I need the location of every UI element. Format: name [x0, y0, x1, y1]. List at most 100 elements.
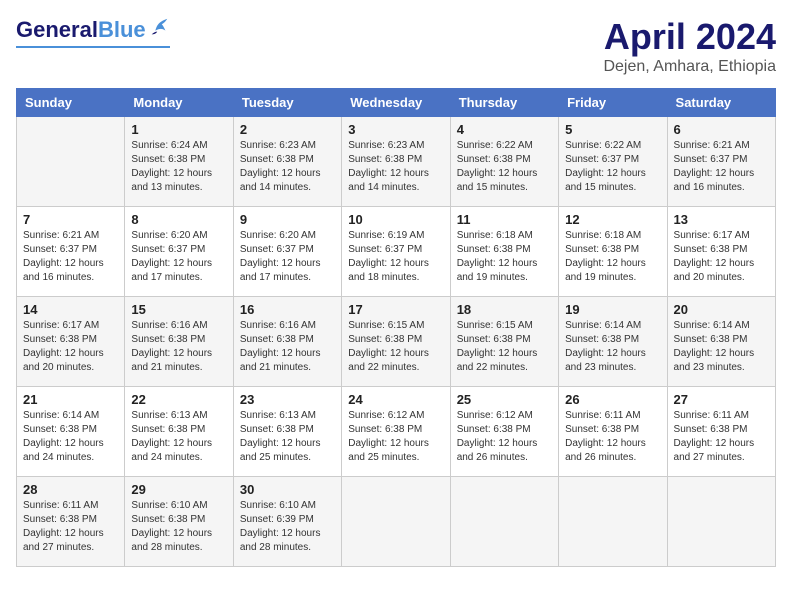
day-number: 10: [348, 212, 443, 227]
day-info: Sunrise: 6:18 AM Sunset: 6:38 PM Dayligh…: [457, 229, 552, 285]
day-number: 24: [348, 392, 443, 407]
calendar-cell: 8Sunrise: 6:20 AM Sunset: 6:37 PM Daylig…: [125, 207, 233, 297]
calendar-cell: 1Sunrise: 6:24 AM Sunset: 6:38 PM Daylig…: [125, 117, 233, 207]
calendar-cell: 28Sunrise: 6:11 AM Sunset: 6:38 PM Dayli…: [17, 477, 125, 567]
calendar-week-3: 14 Sunrise: 6:17 AM Sunset: 6:38 PM Dayli…: [17, 297, 776, 387]
day-number: 9: [240, 212, 335, 227]
day-info: Sunrise: 6:23 AM Sunset: 6:38 PM Dayligh…: [240, 139, 335, 195]
calendar-cell: 9 Sunrise: 6:20 AM Sunset: 6:37 PM Daylig…: [233, 207, 341, 297]
day-number: 12: [565, 212, 660, 227]
weekday-header-friday: Friday: [559, 89, 667, 117]
day-number: 14: [23, 302, 118, 317]
day-number: 22: [131, 392, 226, 407]
calendar-cell: 15Sunrise: 6:16 AM Sunset: 6:38 PM Dayli…: [125, 297, 233, 387]
calendar-cell: 11 Sunrise: 6:18 AM Sunset: 6:38 PM Dayli…: [450, 207, 558, 297]
day-number: 3: [348, 122, 443, 137]
day-number: 28: [23, 482, 118, 497]
calendar-cell: 25 Sunrise: 6:12 AM Sunset: 6:38 PM Dayli…: [450, 387, 558, 477]
calendar-cell: 27 Sunrise: 6:11 AM Sunset: 6:38 PM Dayli…: [667, 387, 775, 477]
calendar-header: SundayMondayTuesdayWednesdayThursdayFrid…: [17, 89, 776, 117]
day-number: 11: [457, 212, 552, 227]
day-number: 27: [674, 392, 769, 407]
day-info: Sunrise: 6:13 AM Sunset: 6:38 PM Dayligh…: [240, 409, 335, 465]
day-number: 17: [348, 302, 443, 317]
calendar-cell: 2 Sunrise: 6:23 AM Sunset: 6:38 PM Daylig…: [233, 117, 341, 207]
calendar-cell: [17, 117, 125, 207]
day-info: Sunrise: 6:17 AM Sunset: 6:38 PM Dayligh…: [674, 229, 769, 285]
calendar-cell: 13 Sunrise: 6:17 AM Sunset: 6:38 PM Dayli…: [667, 207, 775, 297]
day-info: Sunrise: 6:12 AM Sunset: 6:38 PM Dayligh…: [457, 409, 552, 465]
calendar-cell: 29Sunrise: 6:10 AM Sunset: 6:38 PM Dayli…: [125, 477, 233, 567]
day-info: Sunrise: 6:14 AM Sunset: 6:38 PM Dayligh…: [23, 409, 118, 465]
weekday-header-monday: Monday: [125, 89, 233, 117]
day-number: 21: [23, 392, 118, 407]
calendar-cell: 17Sunrise: 6:15 AM Sunset: 6:38 PM Dayli…: [342, 297, 450, 387]
day-number: 7: [23, 212, 118, 227]
calendar-cell: 12 Sunrise: 6:18 AM Sunset: 6:38 PM Dayli…: [559, 207, 667, 297]
logo-blue: Blue: [98, 17, 146, 43]
day-number: 13: [674, 212, 769, 227]
day-info: Sunrise: 6:24 AM Sunset: 6:38 PM Dayligh…: [131, 139, 226, 195]
calendar-cell: 20 Sunrise: 6:14 AM Sunset: 6:38 PM Dayli…: [667, 297, 775, 387]
day-info: Sunrise: 6:22 AM Sunset: 6:38 PM Dayligh…: [457, 139, 552, 195]
calendar-body: 1Sunrise: 6:24 AM Sunset: 6:38 PM Daylig…: [17, 117, 776, 567]
day-number: 26: [565, 392, 660, 407]
logo-bird-icon: [148, 16, 170, 44]
day-info: Sunrise: 6:19 AM Sunset: 6:37 PM Dayligh…: [348, 229, 443, 285]
day-number: 29: [131, 482, 226, 497]
day-number: 16: [240, 302, 335, 317]
weekday-header-thursday: Thursday: [450, 89, 558, 117]
day-number: 23: [240, 392, 335, 407]
calendar-week-1: 1Sunrise: 6:24 AM Sunset: 6:38 PM Daylig…: [17, 117, 776, 207]
calendar-cell: 30Sunrise: 6:10 AM Sunset: 6:39 PM Dayli…: [233, 477, 341, 567]
calendar-cell: 19Sunrise: 6:14 AM Sunset: 6:38 PM Dayli…: [559, 297, 667, 387]
calendar-week-2: 7 Sunrise: 6:21 AM Sunset: 6:37 PM Daylig…: [17, 207, 776, 297]
day-number: 4: [457, 122, 552, 137]
day-info: Sunrise: 6:22 AM Sunset: 6:37 PM Dayligh…: [565, 139, 660, 195]
day-info: Sunrise: 6:15 AM Sunset: 6:38 PM Dayligh…: [457, 319, 552, 375]
day-info: Sunrise: 6:11 AM Sunset: 6:38 PM Dayligh…: [674, 409, 769, 465]
day-number: 19: [565, 302, 660, 317]
day-info: Sunrise: 6:13 AM Sunset: 6:38 PM Dayligh…: [131, 409, 226, 465]
calendar-cell: 22 Sunrise: 6:13 AM Sunset: 6:38 PM Dayli…: [125, 387, 233, 477]
weekday-header-wednesday: Wednesday: [342, 89, 450, 117]
day-number: 15: [131, 302, 226, 317]
calendar-cell: 4 Sunrise: 6:22 AM Sunset: 6:38 PM Daylig…: [450, 117, 558, 207]
day-info: Sunrise: 6:14 AM Sunset: 6:38 PM Dayligh…: [674, 319, 769, 375]
day-info: Sunrise: 6:20 AM Sunset: 6:37 PM Dayligh…: [240, 229, 335, 285]
calendar-cell: [342, 477, 450, 567]
calendar-cell: [450, 477, 558, 567]
day-number: 20: [674, 302, 769, 317]
header: GeneralBlue April 2024 Dejen, Amhara, Et…: [16, 16, 776, 76]
day-info: Sunrise: 6:21 AM Sunset: 6:37 PM Dayligh…: [23, 229, 118, 285]
logo-underline: [16, 46, 170, 48]
calendar-cell: 18 Sunrise: 6:15 AM Sunset: 6:38 PM Dayli…: [450, 297, 558, 387]
calendar-table: SundayMondayTuesdayWednesdayThursdayFrid…: [16, 88, 776, 567]
day-number: 5: [565, 122, 660, 137]
day-info: Sunrise: 6:18 AM Sunset: 6:38 PM Dayligh…: [565, 229, 660, 285]
calendar-week-5: 28Sunrise: 6:11 AM Sunset: 6:38 PM Dayli…: [17, 477, 776, 567]
day-number: 30: [240, 482, 335, 497]
calendar-cell: 21 Sunrise: 6:14 AM Sunset: 6:38 PM Dayli…: [17, 387, 125, 477]
day-info: Sunrise: 6:17 AM Sunset: 6:38 PM Dayligh…: [23, 319, 118, 375]
day-info: Sunrise: 6:12 AM Sunset: 6:38 PM Dayligh…: [348, 409, 443, 465]
day-number: 25: [457, 392, 552, 407]
calendar-cell: 26 Sunrise: 6:11 AM Sunset: 6:38 PM Dayli…: [559, 387, 667, 477]
day-info: Sunrise: 6:16 AM Sunset: 6:38 PM Dayligh…: [240, 319, 335, 375]
day-info: Sunrise: 6:21 AM Sunset: 6:37 PM Dayligh…: [674, 139, 769, 195]
logo-general: General: [16, 17, 98, 43]
calendar-cell: 5 Sunrise: 6:22 AM Sunset: 6:37 PM Daylig…: [559, 117, 667, 207]
calendar-week-4: 21 Sunrise: 6:14 AM Sunset: 6:38 PM Dayli…: [17, 387, 776, 477]
title-area: April 2024 Dejen, Amhara, Ethiopia: [603, 16, 776, 76]
calendar-cell: 14 Sunrise: 6:17 AM Sunset: 6:38 PM Dayli…: [17, 297, 125, 387]
day-info: Sunrise: 6:11 AM Sunset: 6:38 PM Dayligh…: [565, 409, 660, 465]
calendar-cell: 7 Sunrise: 6:21 AM Sunset: 6:37 PM Daylig…: [17, 207, 125, 297]
calendar-cell: [667, 477, 775, 567]
weekday-header-row: SundayMondayTuesdayWednesdayThursdayFrid…: [17, 89, 776, 117]
calendar-cell: 10 Sunrise: 6:19 AM Sunset: 6:37 PM Dayli…: [342, 207, 450, 297]
day-number: 2: [240, 122, 335, 137]
calendar-cell: 23 Sunrise: 6:13 AM Sunset: 6:38 PM Dayli…: [233, 387, 341, 477]
weekday-header-sunday: Sunday: [17, 89, 125, 117]
day-number: 18: [457, 302, 552, 317]
calendar-cell: 24 Sunrise: 6:12 AM Sunset: 6:38 PM Dayli…: [342, 387, 450, 477]
